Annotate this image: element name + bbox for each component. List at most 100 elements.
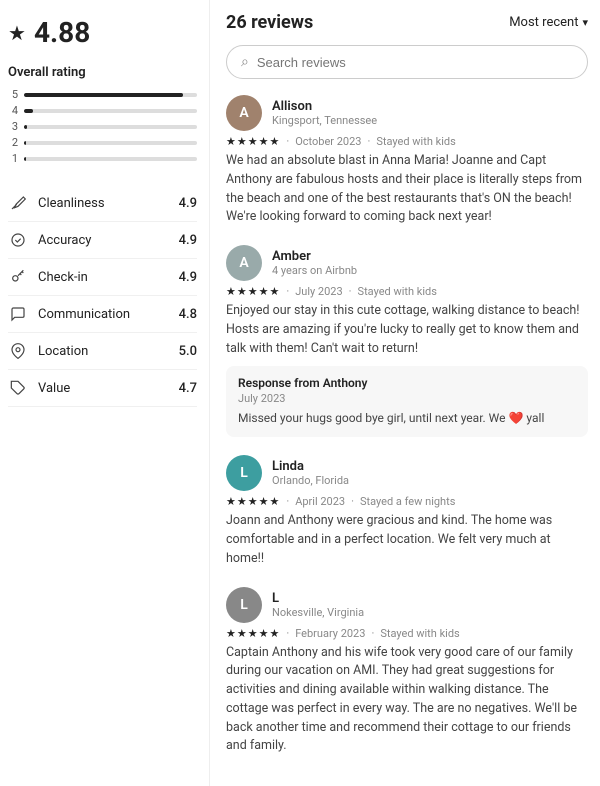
reviewer-name: Allison xyxy=(272,99,377,114)
bar-row-5: 5 xyxy=(8,88,197,101)
dot-separator: · xyxy=(286,135,289,148)
host-response-title: Response from Anthony xyxy=(238,376,576,390)
category-score: 5.0 xyxy=(179,344,197,359)
review-stars: ★★★★★ xyxy=(226,627,280,640)
reviews-header: 26 reviews Most recent ▾ xyxy=(226,12,588,33)
reviewer-meta: 4 years on Airbnb xyxy=(272,264,357,277)
reviewer-row: A Allison Kingsport, Tennessee xyxy=(226,95,588,131)
review-stars: ★★★★★ xyxy=(226,285,280,298)
category-item-communication: Communication 4.8 xyxy=(8,296,197,333)
category-score: 4.9 xyxy=(179,196,197,211)
avatar: L xyxy=(226,455,262,491)
reviewer-name: Linda xyxy=(272,459,349,474)
bar-fill xyxy=(24,125,27,129)
reviewer-row: L L Nokesville, Virginia xyxy=(226,587,588,623)
bar-track xyxy=(24,157,197,161)
host-response-text: Missed your hugs good bye girl, until ne… xyxy=(238,409,576,427)
bar-label: 5 xyxy=(8,88,18,101)
category-name: Location xyxy=(38,344,88,359)
overall-rating-header: ★ 4.88 xyxy=(8,16,197,49)
bar-track xyxy=(24,125,197,129)
overall-rating-label: Overall rating xyxy=(8,65,197,80)
category-left: Value xyxy=(8,380,70,396)
category-score: 4.9 xyxy=(179,233,197,248)
category-score: 4.9 xyxy=(179,270,197,285)
reviewer-info: L Nokesville, Virginia xyxy=(272,591,364,619)
review-stars: ★★★★★ xyxy=(226,495,280,508)
search-icon: ⌕ xyxy=(241,54,249,70)
bar-row-3: 3 xyxy=(8,120,197,133)
category-name: Communication xyxy=(38,307,130,322)
review-stay-type: Stayed a few nights xyxy=(360,495,455,508)
category-left: Cleanliness xyxy=(8,195,105,211)
key-icon xyxy=(8,269,28,285)
category-item-location: Location 5.0 xyxy=(8,333,197,370)
bar-fill xyxy=(24,109,33,113)
review-item-allison: A Allison Kingsport, Tennessee ★★★★★ · O… xyxy=(226,95,588,227)
category-left: Communication xyxy=(8,306,130,322)
dot-separator-2: · xyxy=(349,285,352,298)
rating-number: 4.88 xyxy=(34,16,90,49)
avatar: A xyxy=(226,245,262,281)
search-input[interactable] xyxy=(257,55,573,70)
reviewer-info: Amber 4 years on Airbnb xyxy=(272,249,357,277)
category-name: Accuracy xyxy=(38,233,91,248)
location-icon xyxy=(8,343,28,359)
category-item-cleanliness: Cleanliness 4.9 xyxy=(8,185,197,222)
rating-bar-chart: 5 4 3 2 1 xyxy=(8,88,197,165)
category-item-accuracy: Accuracy 4.9 xyxy=(8,222,197,259)
category-left: Check-in xyxy=(8,269,88,285)
chevron-down-icon: ▾ xyxy=(582,16,588,29)
category-left: Accuracy xyxy=(8,232,91,248)
dot-separator-2: · xyxy=(371,627,374,640)
review-rating-row: ★★★★★ · July 2023 · Stayed with kids xyxy=(226,285,588,298)
reviewer-row: L Linda Orlando, Florida xyxy=(226,455,588,491)
search-bar[interactable]: ⌕ xyxy=(226,45,588,79)
review-stay-type: Stayed with kids xyxy=(376,135,455,148)
category-name: Check-in xyxy=(38,270,88,285)
sort-dropdown[interactable]: Most recent ▾ xyxy=(509,15,588,30)
review-rating-row: ★★★★★ · April 2023 · Stayed a few nights xyxy=(226,495,588,508)
review-rating-row: ★★★★★ · October 2023 · Stayed with kids xyxy=(226,135,588,148)
reviewer-row: A Amber 4 years on Airbnb xyxy=(226,245,588,281)
review-item-l: L L Nokesville, Virginia ★★★★★ · Februar… xyxy=(226,587,588,757)
review-rating-row: ★★★★★ · February 2023 · Stayed with kids xyxy=(226,627,588,640)
dot-separator-2: · xyxy=(351,495,354,508)
reviewer-meta: Kingsport, Tennessee xyxy=(272,114,377,127)
reviewer-name: L xyxy=(272,591,364,606)
bar-track xyxy=(24,141,197,145)
chat-icon xyxy=(8,306,28,322)
reviewer-meta: Nokesville, Virginia xyxy=(272,606,364,619)
review-text: Joann and Anthony were gracious and kind… xyxy=(226,512,588,568)
host-response: Response from Anthony July 2023 Missed y… xyxy=(226,366,588,437)
review-item-linda: L Linda Orlando, Florida ★★★★★ · April 2… xyxy=(226,455,588,568)
review-date: February 2023 xyxy=(295,627,365,640)
dot-separator: · xyxy=(286,627,289,640)
category-score: 4.7 xyxy=(179,381,197,396)
right-panel: 26 reviews Most recent ▾ ⌕ A Allison Kin… xyxy=(210,0,600,786)
bar-fill xyxy=(24,141,26,145)
review-stay-type: Stayed with kids xyxy=(358,285,437,298)
reviewer-info: Allison Kingsport, Tennessee xyxy=(272,99,377,127)
host-response-date: July 2023 xyxy=(238,392,576,405)
star-icon: ★ xyxy=(8,21,26,45)
avatar: L xyxy=(226,587,262,623)
reviews-count: 26 reviews xyxy=(226,12,313,33)
category-item-check-in: Check-in 4.9 xyxy=(8,259,197,296)
dot-separator: · xyxy=(286,495,289,508)
category-left: Location xyxy=(8,343,88,359)
review-text: Enjoyed our stay in this cute cottage, w… xyxy=(226,302,588,358)
bar-label: 4 xyxy=(8,104,18,117)
category-score: 4.8 xyxy=(179,307,197,322)
bar-label: 2 xyxy=(8,136,18,149)
review-item-amber: A Amber 4 years on Airbnb ★★★★★ · July 2… xyxy=(226,245,588,437)
bar-track xyxy=(24,109,197,113)
review-stay-type: Stayed with kids xyxy=(380,627,459,640)
left-panel: ★ 4.88 Overall rating 5 4 3 2 1 xyxy=(0,0,210,786)
category-name: Cleanliness xyxy=(38,196,105,211)
review-text: We had an absolute blast in Anna Maria! … xyxy=(226,152,588,227)
bar-row-2: 2 xyxy=(8,136,197,149)
reviewer-name: Amber xyxy=(272,249,357,264)
dot-separator-2: · xyxy=(367,135,370,148)
avatar: A xyxy=(226,95,262,131)
